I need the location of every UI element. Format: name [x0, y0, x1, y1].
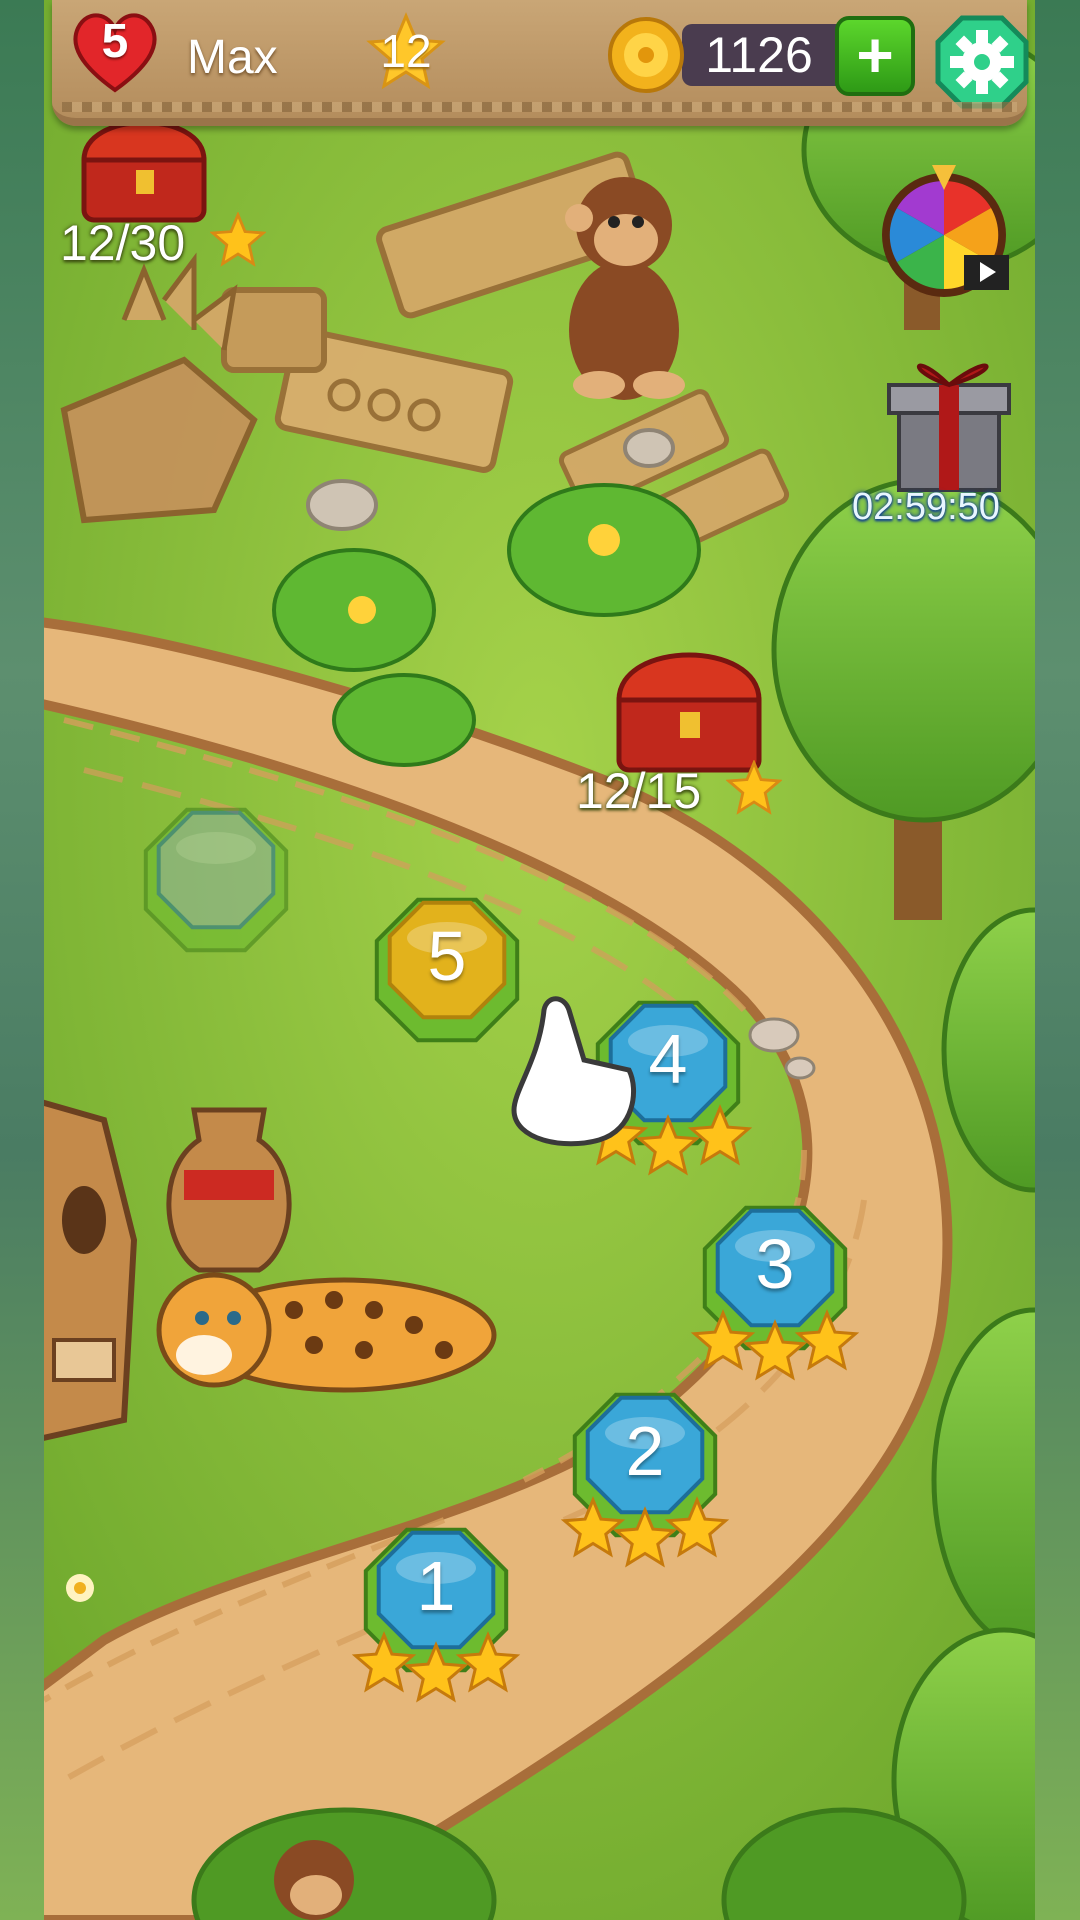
lives-count: 5 [101, 15, 129, 68]
right-blurred-border [1035, 0, 1080, 1920]
settings-button[interactable] [932, 12, 1032, 112]
map-scenery [44, 0, 1035, 1920]
star-level: 12 [380, 25, 432, 77]
treasure-chest-2 [616, 652, 762, 773]
chest-2-progress: 12/15 [576, 763, 702, 819]
left-blurred-border [0, 0, 44, 1920]
level-number-1: 1 [416, 1547, 456, 1625]
chest-1-star-icon [210, 212, 266, 267]
coin-icon [608, 17, 684, 93]
monkey-character [565, 177, 685, 400]
level-node-6[interactable] [143, 807, 289, 953]
jaguar-character [156, 1272, 497, 1393]
chest-2-star-icon [726, 760, 782, 815]
player-name: Max [187, 31, 278, 84]
top-hud-bar: 5 Max 12 1126 + [52, 0, 1029, 126]
gift-timer: 02:59:50 [852, 486, 1000, 528]
level-map[interactable]: 5 Max 12 1126 + 12/30 12/15 02:59:50 1 2… [44, 0, 1035, 1920]
level-number-5: 5 [427, 917, 467, 995]
level-number-3: 3 [755, 1225, 795, 1303]
treasure-chest-1 [81, 120, 207, 223]
level-number-4: 4 [648, 1020, 688, 1098]
gift-box-icon [887, 363, 1011, 492]
chest-1-progress: 12/30 [60, 215, 186, 271]
coin-amount: 1126 [705, 27, 813, 83]
plus-icon: + [856, 19, 894, 91]
level-number-2: 2 [625, 1412, 665, 1490]
add-coins-button[interactable]: + [835, 16, 915, 96]
